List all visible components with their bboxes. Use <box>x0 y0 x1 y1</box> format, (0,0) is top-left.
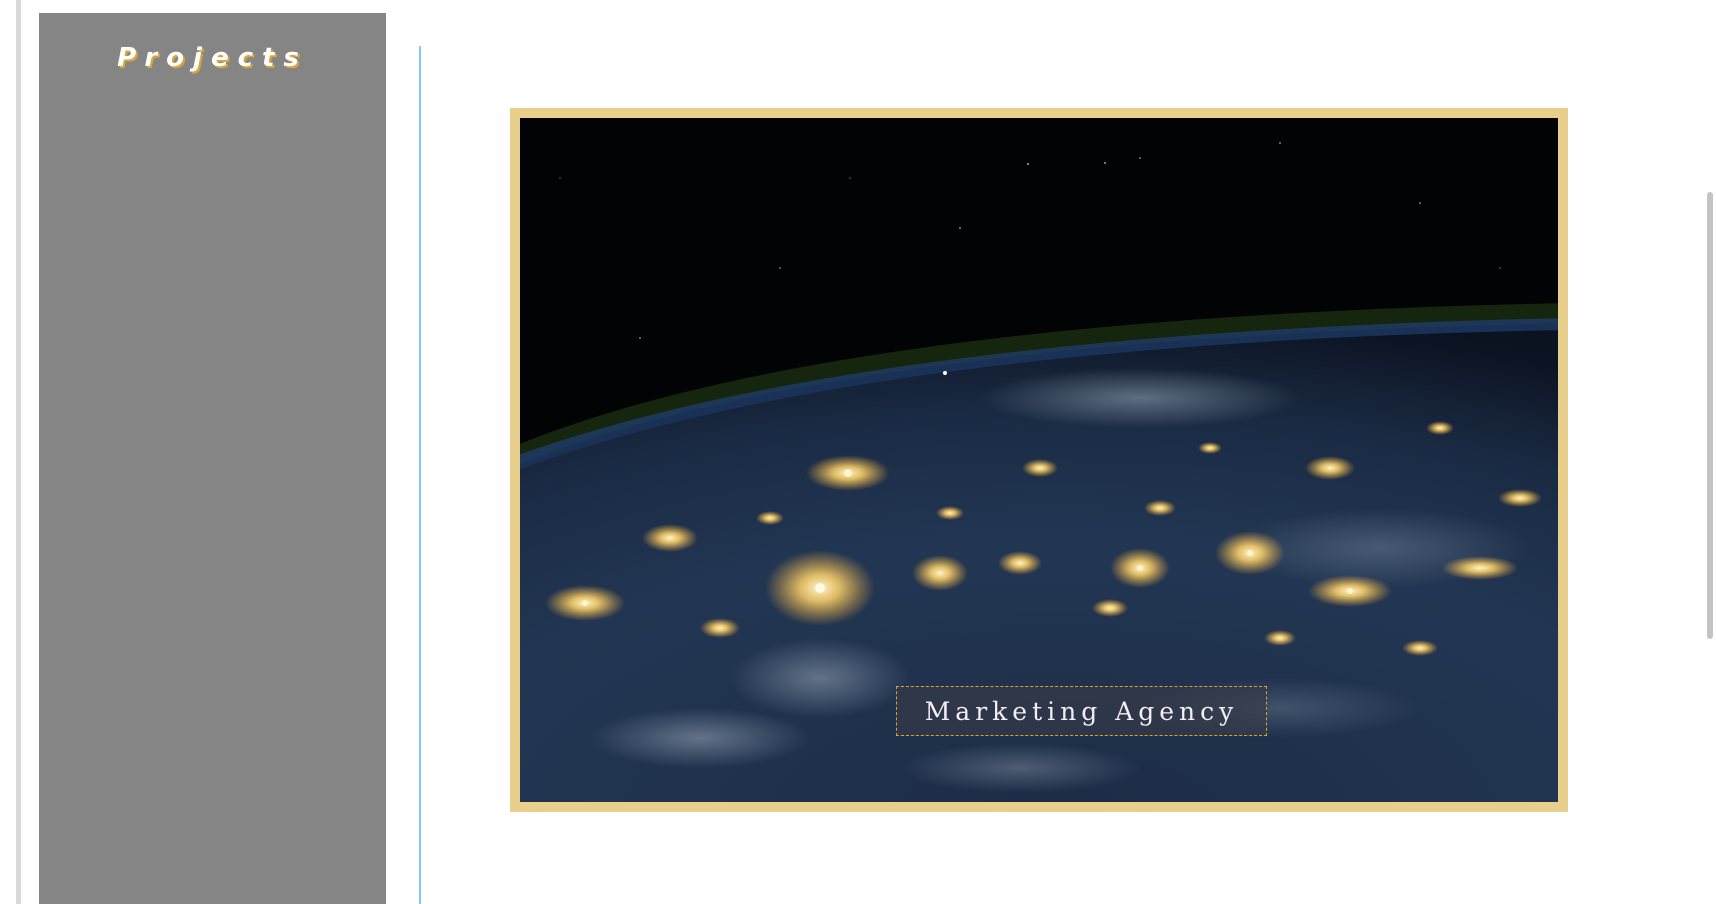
scroll-thumb[interactable] <box>1707 192 1713 639</box>
sidebar: Projects <box>39 13 386 904</box>
page: Projects Marketing Agency <box>0 0 1716 904</box>
project-card[interactable]: Marketing Agency <box>510 108 1568 812</box>
sidebar-title: Projects <box>117 43 308 73</box>
project-label[interactable]: Marketing Agency <box>896 686 1267 736</box>
vertical-divider <box>419 46 421 904</box>
left-edge-border <box>16 0 21 904</box>
scrollbar[interactable] <box>1703 0 1716 904</box>
